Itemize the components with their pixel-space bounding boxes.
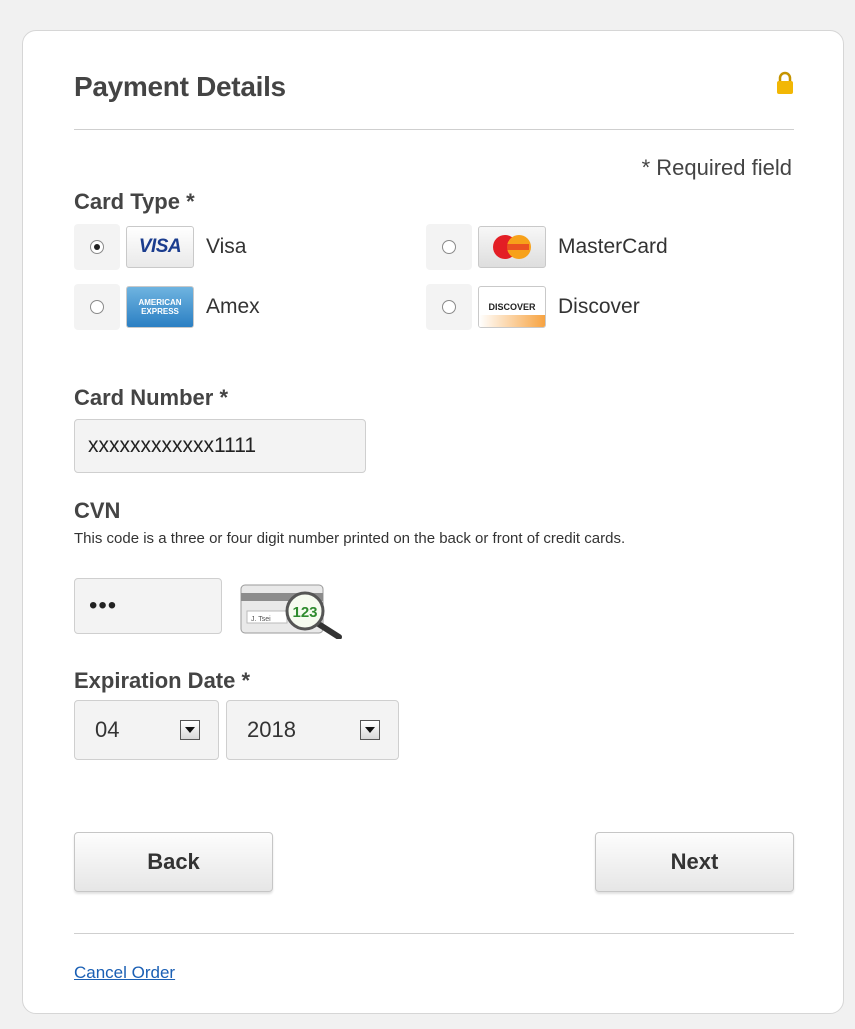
back-button[interactable]: Back — [74, 832, 273, 892]
cvn-hint: This code is a three or four digit numbe… — [74, 530, 626, 547]
expiration-year-value: 2018 — [247, 717, 296, 742]
option-label-visa: Visa — [206, 235, 247, 258]
card-type-option-amex[interactable]: AMERICAN EXPRESS Amex — [74, 284, 260, 330]
card-number-label: Card Number * — [74, 385, 229, 410]
option-label-mastercard: MasterCard — [558, 235, 668, 258]
card-number-input[interactable]: xxxxxxxxxxxx1111 — [74, 419, 366, 473]
card-type-option-mastercard[interactable]: MasterCard — [426, 224, 668, 270]
svg-text:123: 123 — [292, 604, 317, 621]
required-field-note: * Required field — [641, 155, 792, 180]
radio-button[interactable] — [90, 240, 104, 254]
radio-mastercard[interactable] — [426, 224, 472, 270]
lock-icon — [777, 71, 793, 94]
mastercard-logo — [478, 226, 546, 268]
option-label-discover: Discover — [558, 295, 640, 318]
amex-logo: AMERICAN EXPRESS — [126, 286, 194, 328]
card-type-label: Card Type * — [74, 189, 195, 214]
cvn-value: ••• — [89, 592, 118, 619]
cvn-input[interactable]: ••• — [74, 578, 222, 634]
svg-text:J. Tsei: J. Tsei — [251, 616, 271, 623]
discover-logo: DISCOVER — [478, 286, 546, 328]
card-type-option-discover[interactable]: DISCOVER Discover — [426, 284, 640, 330]
radio-button[interactable] — [442, 300, 456, 314]
radio-amex[interactable] — [74, 284, 120, 330]
expiration-month-select[interactable]: 04 — [74, 700, 219, 760]
expiration-month-value: 04 — [95, 717, 120, 742]
card-number-value: xxxxxxxxxxxx1111 — [88, 434, 257, 457]
radio-button[interactable] — [442, 240, 456, 254]
option-label-amex: Amex — [206, 295, 260, 318]
expiration-date-label: Expiration Date * — [74, 668, 251, 693]
radio-button[interactable] — [90, 300, 104, 314]
expiration-year-select[interactable]: 2018 — [226, 700, 399, 760]
next-button[interactable]: Next — [595, 832, 794, 892]
cvn-magnifier-icon: J. Tsei 123 — [240, 584, 342, 639]
dropdown-arrow-icon[interactable] — [180, 720, 200, 740]
radio-visa[interactable] — [74, 224, 120, 270]
page-title: Payment Details — [74, 71, 286, 102]
header-divider — [74, 129, 794, 130]
cvn-label: CVN — [74, 498, 121, 523]
radio-discover[interactable] — [426, 284, 472, 330]
footer-divider — [74, 933, 794, 934]
card-type-option-visa[interactable]: VISA Visa — [74, 224, 246, 270]
visa-logo: VISA — [126, 226, 194, 268]
mastercard-circles-icon — [493, 235, 531, 259]
dropdown-arrow-icon[interactable] — [360, 720, 380, 740]
cancel-order-link[interactable]: Cancel Order — [74, 963, 175, 983]
payment-card: Payment Details * Required field Card Ty… — [22, 30, 844, 1014]
